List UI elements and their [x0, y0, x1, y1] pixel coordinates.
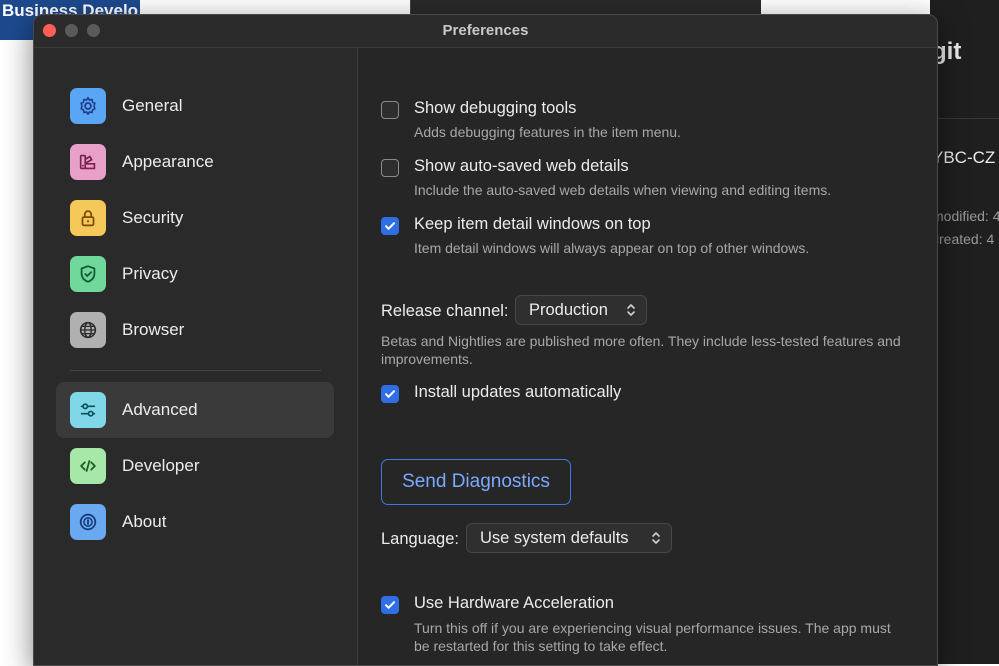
sidebar-item-privacy[interactable]: Privacy: [56, 246, 334, 302]
language-select[interactable]: Use system defaults: [466, 523, 672, 553]
keep-on-top-description: Item detail windows will always appear o…: [414, 240, 810, 256]
sidebar-item-browser[interactable]: Browser: [56, 302, 334, 358]
sidebar-item-label: General: [122, 96, 183, 115]
background-divider: [930, 118, 999, 119]
keep-on-top-label[interactable]: Keep item detail windows on top: [414, 215, 651, 234]
release-channel-select[interactable]: Production: [515, 295, 647, 325]
release-channel-label: Release channel:: [381, 302, 509, 320]
sidebar-item-label: Privacy: [122, 264, 178, 283]
language-value: Use system defaults: [480, 528, 629, 547]
checkmark-icon: [385, 222, 395, 230]
auto-update-label[interactable]: Install updates automatically: [414, 383, 621, 402]
keep-on-top-checkbox[interactable]: [381, 217, 399, 235]
sidebar-item-security[interactable]: Security: [56, 190, 334, 246]
checkmark-icon: [385, 390, 395, 398]
sidebar-item-advanced[interactable]: Advanced: [56, 382, 334, 438]
sidebar: General Appearance Security Privacy Brow…: [34, 48, 358, 665]
sidebar-item-label: Security: [122, 208, 184, 227]
autosaved-details-description: Include the auto-saved web details when …: [414, 182, 832, 198]
background-created: created: 4: [932, 231, 995, 247]
sidebar-item-label: Advanced: [122, 400, 198, 419]
gear-icon: [70, 88, 106, 124]
debug-tools-description: Adds debugging features in the item menu…: [414, 124, 681, 140]
window-title: Preferences: [442, 22, 529, 39]
settings-panel: Show debugging tools Adds debugging feat…: [358, 48, 937, 665]
sliders-icon: [70, 392, 106, 428]
hardware-acceleration-label[interactable]: Use Hardware Acceleration: [414, 594, 614, 613]
debug-tools-checkbox[interactable]: [381, 101, 399, 119]
release-channel-value: Production: [529, 300, 608, 319]
language-label: Language:: [381, 530, 459, 548]
lock-icon: [70, 200, 106, 236]
hardware-acceleration-description: Turn this off if you are experiencing vi…: [414, 620, 891, 654]
background-app-panel: git YBC-CZ modified: 4 created: 4: [930, 0, 999, 664]
background-item-code: YBC-CZ: [932, 148, 996, 167]
shield-icon: [70, 256, 106, 292]
sidebar-divider: [70, 370, 321, 371]
sidebar-item-label: About: [122, 512, 167, 531]
sidebar-item-appearance[interactable]: Appearance: [56, 134, 334, 190]
sidebar-item-about[interactable]: About: [56, 494, 334, 550]
sidebar-item-developer[interactable]: Developer: [56, 438, 334, 494]
autosaved-details-checkbox[interactable]: [381, 159, 399, 177]
sidebar-item-label: Appearance: [122, 152, 214, 171]
title-bar: Preferences: [34, 15, 937, 48]
up-down-chevron-icon: [627, 304, 635, 316]
checkmark-icon: [385, 601, 395, 609]
up-down-chevron-icon: [652, 532, 660, 544]
code-icon: [70, 448, 106, 484]
hardware-acceleration-checkbox[interactable]: [381, 596, 399, 614]
background-modified: modified: 4: [932, 208, 999, 224]
auto-update-checkbox[interactable]: [381, 385, 399, 403]
sidebar-item-label: Developer: [122, 456, 200, 475]
palette-icon: [70, 144, 106, 180]
sidebar-item-general[interactable]: General: [56, 78, 334, 134]
info-icon: [70, 504, 106, 540]
globe-icon: [70, 312, 106, 348]
send-diagnostics-button[interactable]: Send Diagnostics: [381, 459, 571, 505]
debug-tools-label[interactable]: Show debugging tools: [414, 99, 576, 118]
autosaved-details-label[interactable]: Show auto-saved web details: [414, 157, 629, 176]
sidebar-item-label: Browser: [122, 320, 185, 339]
preferences-window: Preferences General Appearance Security …: [33, 14, 938, 666]
release-channel-helper: Betas and Nightlies are published more o…: [381, 333, 901, 367]
